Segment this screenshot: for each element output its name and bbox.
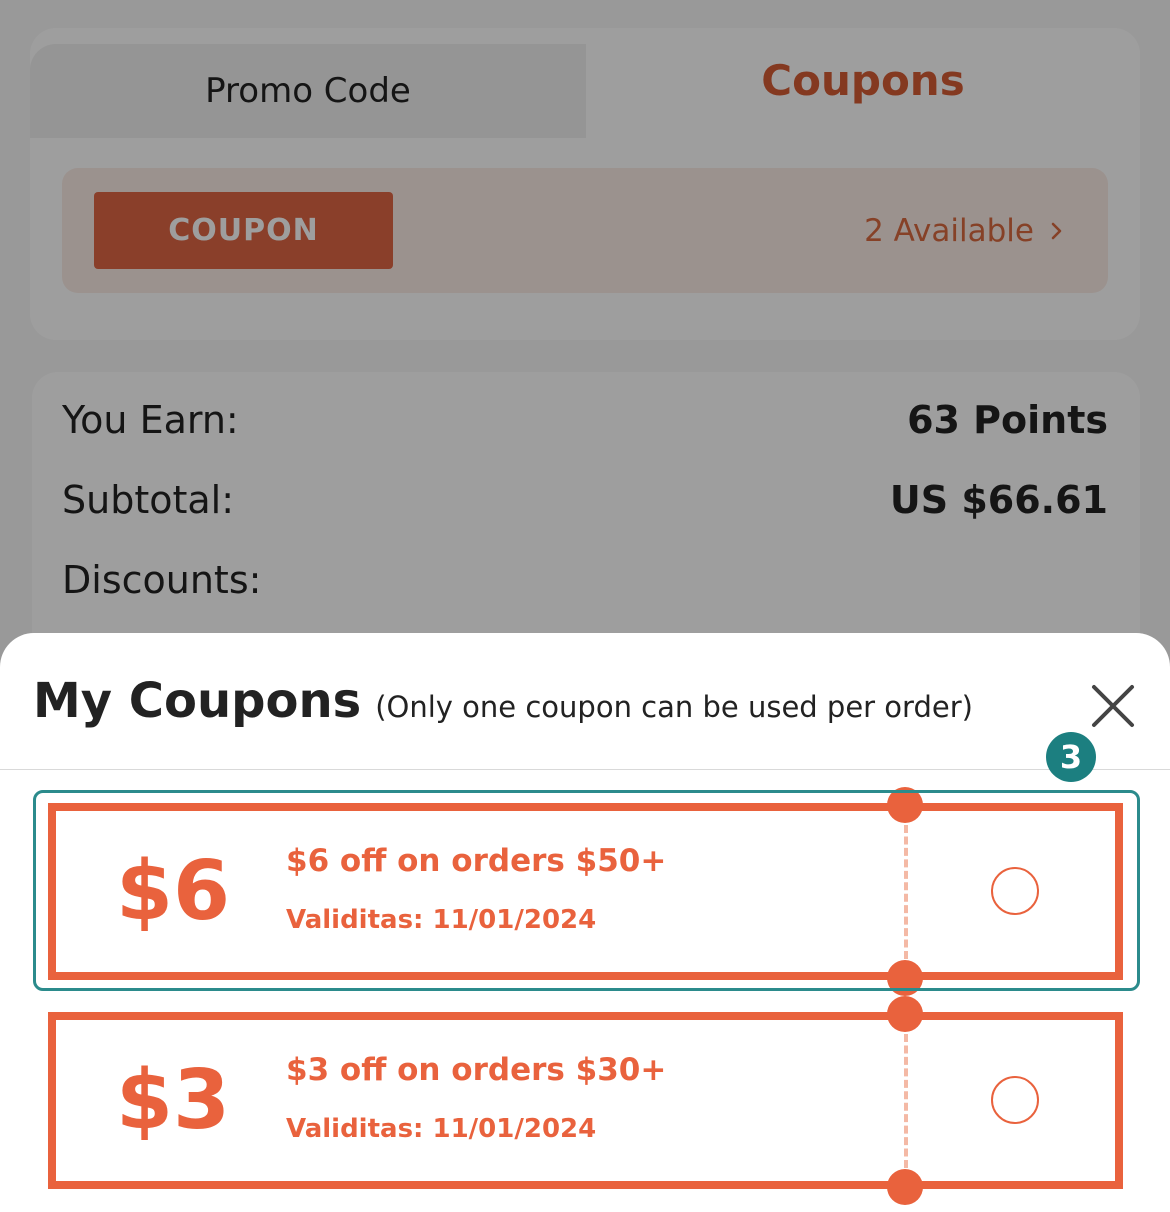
focus-highlight — [33, 790, 1140, 991]
step-badge: 3 — [1046, 732, 1096, 782]
coupon-validity: Validitas: 11/01/2024 — [286, 1114, 597, 1144]
coupon-description: $3 off on orders $30+ — [286, 1052, 667, 1088]
my-coupons-sheet: My Coupons (Only one coupon can be used … — [0, 633, 1170, 1212]
coupon-radio[interactable] — [991, 1076, 1039, 1124]
sheet-subtitle: (Only one coupon can be used per order) — [375, 690, 973, 724]
coupon-card-3[interactable]: $3 $3 off on orders $30+ Validitas: 11/0… — [48, 996, 1123, 1205]
sheet-header: My Coupons (Only one coupon can be used … — [33, 673, 973, 729]
header-divider — [0, 769, 1170, 770]
close-icon — [1092, 685, 1134, 727]
ticket-notch — [887, 996, 923, 1032]
ticket-notch — [887, 1169, 923, 1205]
close-button[interactable] — [1084, 677, 1142, 735]
sheet-title: My Coupons — [33, 673, 362, 729]
coupon-amount: $3 — [116, 1053, 231, 1148]
ticket-perforation — [904, 1034, 908, 1168]
